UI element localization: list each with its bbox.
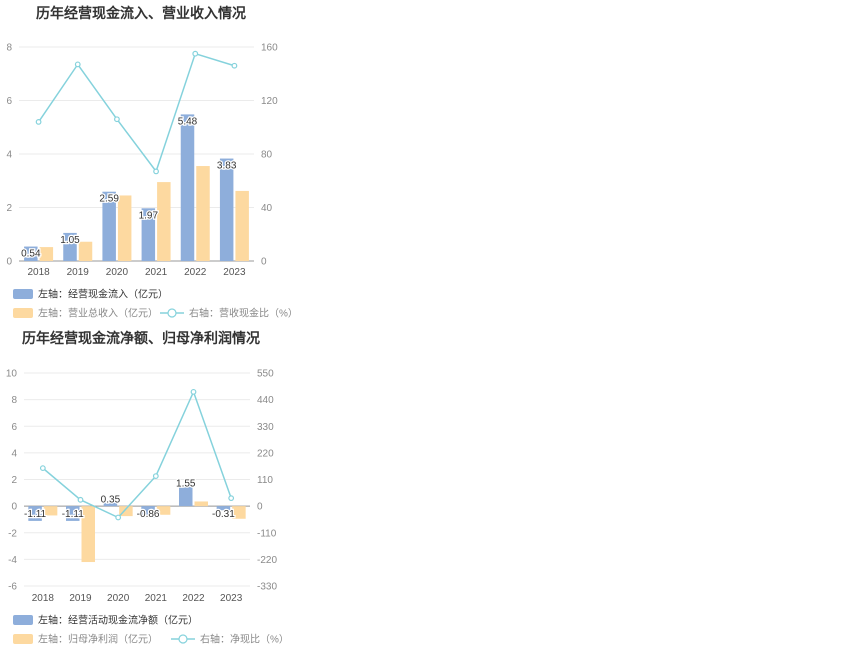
chart1-line-point <box>114 116 120 123</box>
chart2-ytick-right: -330 <box>257 582 277 593</box>
chart1-data-label: 2.59 <box>99 194 119 205</box>
chart2-legend-marker-2 <box>178 634 188 644</box>
chart2-ytick-left: 0 <box>11 502 17 513</box>
chart2-ytick-right: 330 <box>257 422 274 433</box>
chart1-legend-label-1: 左轴：营业总收入（亿元） <box>38 307 158 320</box>
chart2-ytick-left: 4 <box>11 448 17 459</box>
chart2-ytick-right: -220 <box>257 555 277 566</box>
chart2-ytick-left: 2 <box>11 475 17 486</box>
chart2-xtick: 2021 <box>145 593 168 604</box>
chart1-bar-secondary <box>157 182 171 261</box>
chart1-data-label: 1.97 <box>139 210 159 221</box>
chart2-ytick-right: 440 <box>257 395 274 406</box>
chart1-line-point <box>192 50 199 57</box>
chart2-data-label: -1.11 <box>62 509 84 520</box>
chart2-legend-label-1: 左轴：归母净利润（亿元） <box>38 633 158 646</box>
chart1-bar-secondary <box>196 166 210 261</box>
chart2-xtick: 2022 <box>182 593 205 604</box>
chart2-ytick-right: 0 <box>257 502 263 513</box>
chart1-ytick-right: 40 <box>261 203 273 214</box>
chart1-legend-marker-2 <box>167 308 177 318</box>
chart1-xtick: 2022 <box>184 267 207 278</box>
chart1-bar-secondary <box>39 247 54 261</box>
chart1-data-label: 0.54 <box>21 249 41 260</box>
chart2-ytick-left: 10 <box>6 369 18 380</box>
chart1-line-point <box>35 118 42 125</box>
chart2-line-point <box>115 514 122 521</box>
chart1-line-point <box>74 61 81 68</box>
chart2-ytick-right: 220 <box>257 448 274 459</box>
charts-canvas: 02468040801201602018 2019 2020 2021 2022 2023… <box>6 43 298 646</box>
chart1-bar-primary <box>219 158 234 261</box>
chart2-legend-label-2: 右轴：净现比（%） <box>200 633 289 646</box>
chart2-ytick-left: -2 <box>8 528 17 539</box>
chart1-xtick: 2019 <box>67 267 90 278</box>
chart1-ytick-right: 120 <box>261 96 278 107</box>
chart1-data-label: 3.83 <box>217 161 237 172</box>
chart2-data-label: -0.31 <box>212 509 235 520</box>
chart2-legend-swatch-1 <box>13 634 33 644</box>
chart1-bar-secondary <box>117 195 132 261</box>
chart1-legend-label-0: 左轴：经营现金流入（亿元） <box>38 288 168 301</box>
chart1-xtick: 2020 <box>106 267 129 278</box>
chart2-line-point <box>228 495 235 502</box>
chart1-bar-secondary <box>235 190 249 261</box>
chart2-xtick: 2023 <box>220 593 243 604</box>
chart2-legend-swatch-0 <box>13 615 33 625</box>
chart1-ytick-left: 6 <box>6 96 12 107</box>
chart1-xtick: 2018 <box>27 267 50 278</box>
chart2-line-series <box>42 389 232 519</box>
chart1-legend-label-2: 右轴：营收现金比（%） <box>189 307 298 320</box>
chart2-data-label: 1.55 <box>176 478 196 489</box>
chart2-ytick-right: 550 <box>257 369 274 380</box>
chart1-bar-secondary <box>78 241 93 261</box>
chart1-ytick-right: 160 <box>261 43 278 54</box>
chart2-xtick: 2020 <box>107 593 130 604</box>
chart1-ytick-left: 4 <box>6 150 12 161</box>
chart2-ytick-right: -110 <box>257 528 277 539</box>
chart1-ytick-left: 8 <box>6 43 12 54</box>
chart2-line-point <box>152 473 159 480</box>
chart1-xtick: 2021 <box>145 267 168 278</box>
chart1-ytick-left: 2 <box>6 203 12 214</box>
chart2-ytick-left: 8 <box>11 395 17 406</box>
chart2-line-point <box>77 496 84 503</box>
chart1-xtick: 2023 <box>223 267 246 278</box>
chart1-ytick-right: 0 <box>261 257 267 268</box>
chart1-line-point <box>153 168 159 175</box>
chart2-data-label: -1.11 <box>24 509 46 520</box>
chart1-bar-primary <box>180 114 195 261</box>
chart1-data-label: 5.48 <box>178 116 198 127</box>
chart2-xtick: 2019 <box>69 593 92 604</box>
chart1-ytick-left: 0 <box>6 257 12 268</box>
chart2-legend-label-0: 左轴：经营活动现金流净额（亿元） <box>38 614 198 627</box>
chart1-data-label: 1.05 <box>60 235 80 246</box>
chart2-line-point <box>190 388 197 395</box>
chart1-legend-swatch-0 <box>13 289 33 299</box>
chart1-ytick-right: 80 <box>261 150 273 161</box>
chart2-bar-secondary <box>194 501 208 507</box>
chart2-line-point <box>39 465 46 472</box>
chart2-ytick-left: 6 <box>11 422 17 433</box>
chart2-xtick: 2018 <box>32 593 55 604</box>
chart1-line-point <box>231 62 238 69</box>
chart2-ytick-left: -6 <box>8 582 17 593</box>
chart2-data-label: 0.35 <box>101 494 121 505</box>
chart2-data-label: -0.86 <box>137 509 160 520</box>
chart2-ytick-right: 110 <box>257 475 273 486</box>
chart2-ytick-left: -4 <box>8 555 17 566</box>
chart1-legend-swatch-1 <box>13 308 33 318</box>
